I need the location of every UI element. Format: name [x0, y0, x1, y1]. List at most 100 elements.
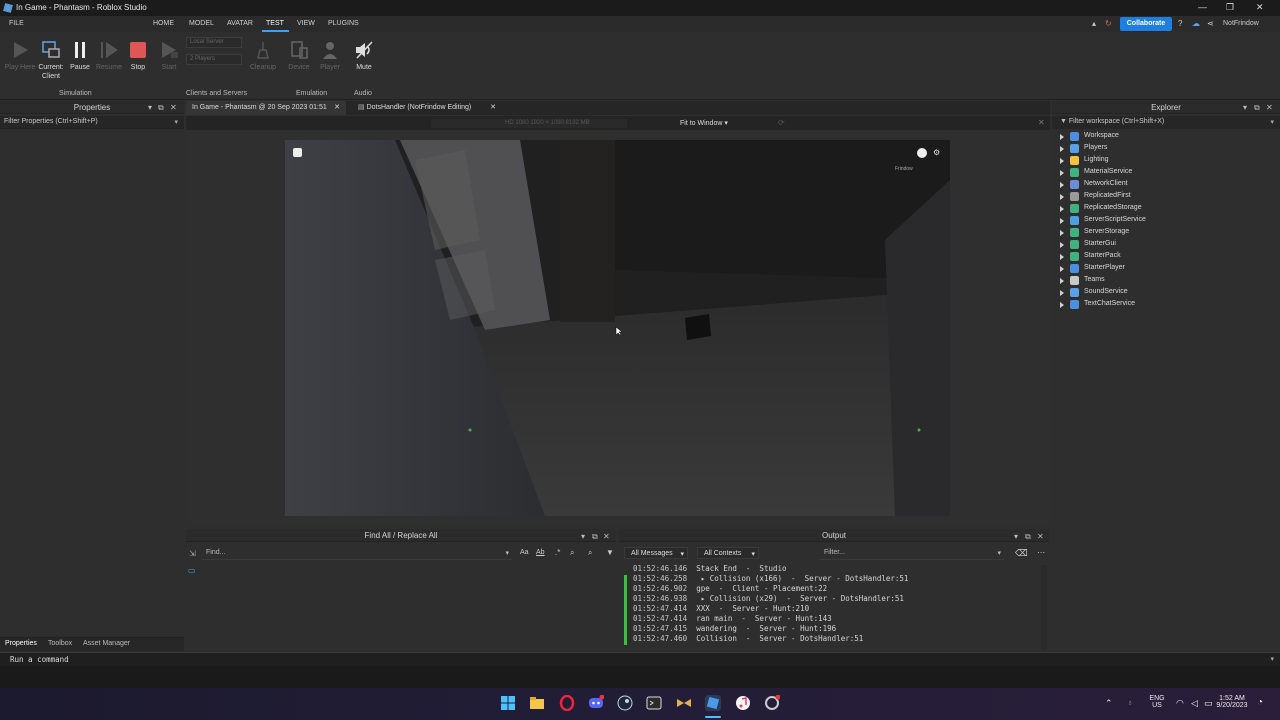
- clock[interactable]: 1:52 AM 9/20/2023: [1212, 695, 1252, 709]
- expand-icon[interactable]: ⇲: [189, 549, 196, 558]
- explorer-filter-input[interactable]: ▼ Filter workspace (Ctrl+Shift+X) ▾: [1052, 116, 1280, 129]
- opera-icon[interactable]: [559, 694, 575, 712]
- start-button[interactable]: Start: [152, 40, 186, 72]
- chevron-up-icon[interactable]: ▴: [1092, 19, 1096, 28]
- expand-arrow-icon[interactable]: [1060, 158, 1064, 164]
- tab-properties[interactable]: Properties: [5, 640, 37, 647]
- expand-arrow-icon[interactable]: [1060, 206, 1064, 212]
- share-icon[interactable]: ⋖: [1207, 19, 1214, 28]
- expand-arrow-icon[interactable]: [1060, 278, 1064, 284]
- player-button[interactable]: Player: [313, 40, 347, 72]
- menu-avatar[interactable]: AVATAR: [227, 20, 253, 27]
- undock-icon[interactable]: ⧉: [158, 103, 164, 113]
- output-scrollbar[interactable]: [1041, 565, 1047, 650]
- match-case-toggle[interactable]: Aa: [520, 549, 529, 556]
- menu-model[interactable]: MODEL: [189, 20, 214, 27]
- menu-view[interactable]: VIEW: [297, 20, 315, 27]
- close-icon[interactable]: ✕: [1266, 103, 1273, 112]
- roblox-studio-taskbar-icon[interactable]: [705, 695, 721, 711]
- play-here-button[interactable]: Play Here: [3, 40, 37, 72]
- search-replace-icon[interactable]: ⌕: [588, 548, 592, 558]
- expand-arrow-icon[interactable]: [1060, 146, 1064, 152]
- server-mode-select[interactable]: Local Server: [186, 37, 242, 48]
- expand-arrow-icon[interactable]: [1060, 170, 1064, 176]
- settings-app-icon[interactable]: [764, 694, 781, 711]
- close-icon[interactable]: ✕: [1038, 118, 1045, 127]
- chevron-down-icon[interactable]: ▾: [148, 103, 152, 112]
- chevron-up-icon[interactable]: ⌃: [1105, 698, 1113, 709]
- command-input[interactable]: Run a command: [10, 655, 69, 664]
- close-icon[interactable]: ✕: [1037, 532, 1044, 541]
- rotate-icon[interactable]: ⟳: [778, 118, 785, 127]
- search-icon[interactable]: ⌕: [570, 548, 574, 558]
- tab-toolbox[interactable]: Toolbox: [48, 640, 72, 647]
- steam-icon[interactable]: [617, 695, 633, 711]
- all-messages-select[interactable]: All Messages ▾: [624, 547, 688, 559]
- undock-icon[interactable]: ⧉: [1025, 532, 1031, 542]
- chevron-down-icon[interactable]: ▾: [1270, 655, 1274, 663]
- menu-home[interactable]: HOME: [153, 20, 174, 27]
- menu-test[interactable]: TEST: [266, 20, 284, 27]
- tab-in-game[interactable]: In Game - Phantasm @ 20 Sep 2023 01:51 ✕: [186, 101, 346, 115]
- close-button[interactable]: ✕: [1256, 2, 1264, 13]
- expand-arrow-icon[interactable]: [1060, 254, 1064, 260]
- notification-icon[interactable]: ↻: [1105, 19, 1112, 28]
- settings-icon[interactable]: ⚙: [933, 148, 940, 157]
- tab-asset-manager[interactable]: Asset Manager: [83, 640, 130, 647]
- discord-icon[interactable]: [588, 694, 605, 711]
- chevron-down-icon[interactable]: ▾: [1014, 532, 1018, 541]
- username-label[interactable]: NotFrindow: [1223, 20, 1259, 27]
- menu-plugins[interactable]: PLUGINS: [328, 20, 359, 27]
- whole-word-toggle[interactable]: Ab: [536, 549, 545, 556]
- all-contexts-select[interactable]: All Contexts ▾: [697, 547, 759, 559]
- device-button[interactable]: Device: [282, 40, 316, 72]
- expand-arrow-icon[interactable]: [1060, 242, 1064, 248]
- fit-to-window-select[interactable]: Fit to Window ▾: [680, 119, 728, 127]
- windows-start-icon[interactable]: [500, 695, 516, 711]
- stop-button[interactable]: Stop: [121, 40, 155, 72]
- expand-arrow-icon[interactable]: [1060, 302, 1064, 308]
- players-count-select[interactable]: 2 Players: [186, 54, 242, 65]
- find-input[interactable]: Find... ▾: [202, 547, 512, 560]
- undock-icon[interactable]: ⧉: [1254, 103, 1260, 113]
- bowtie-app-icon[interactable]: [676, 695, 692, 711]
- expand-arrow-icon[interactable]: [1060, 182, 1064, 188]
- close-icon[interactable]: ✕: [334, 101, 340, 115]
- collaborate-button[interactable]: Collaborate: [1120, 17, 1172, 31]
- command-bar[interactable]: Run a command ▾: [0, 652, 1280, 666]
- terminal-icon[interactable]: [646, 695, 662, 711]
- undock-icon[interactable]: ⧉: [592, 532, 598, 542]
- close-icon[interactable]: ✕: [490, 101, 496, 115]
- output-filter-input[interactable]: Filter... ▾: [820, 547, 1004, 560]
- restore-button[interactable]: ❐: [1226, 2, 1234, 13]
- minimize-button[interactable]: —: [1198, 2, 1207, 12]
- clear-output-icon[interactable]: ⌫: [1015, 548, 1028, 559]
- help-icon[interactable]: ?: [1178, 19, 1182, 28]
- avatar-icon[interactable]: [917, 148, 927, 158]
- chevron-down-icon[interactable]: ▾: [581, 532, 585, 541]
- close-icon[interactable]: ✕: [603, 532, 610, 541]
- close-icon[interactable]: ✕: [170, 103, 177, 112]
- chevron-down-icon[interactable]: ▾: [1243, 103, 1247, 112]
- expand-arrow-icon[interactable]: [1060, 266, 1064, 272]
- notification-bell-icon[interactable]: ◔: [1257, 697, 1263, 708]
- language-indicator[interactable]: ENG US: [1145, 695, 1169, 709]
- expand-arrow-icon[interactable]: [1060, 194, 1064, 200]
- microphone-icon[interactable]: ♁: [1127, 698, 1133, 707]
- mute-button[interactable]: Mute: [347, 40, 381, 72]
- regex-icon[interactable]: .*: [555, 548, 560, 557]
- more-options-icon[interactable]: ⋯: [1037, 548, 1045, 557]
- expand-arrow-icon[interactable]: [1060, 134, 1064, 140]
- itunes-icon[interactable]: [735, 695, 751, 711]
- file-explorer-icon[interactable]: [529, 695, 545, 711]
- expand-arrow-icon[interactable]: [1060, 290, 1064, 296]
- wifi-icon[interactable]: ◠: [1176, 698, 1184, 709]
- expand-arrow-icon[interactable]: [1060, 218, 1064, 224]
- filter-icon[interactable]: ▼: [606, 548, 614, 557]
- properties-filter-input[interactable]: Filter Properties (Ctrl+Shift+P) ▾: [0, 116, 184, 129]
- roblox-menu-icon[interactable]: [293, 148, 302, 157]
- cloud-icon[interactable]: ☁: [1192, 19, 1200, 28]
- menu-file[interactable]: FILE: [9, 20, 24, 27]
- expand-arrow-icon[interactable]: [1060, 230, 1064, 236]
- cleanup-button[interactable]: Cleanup: [246, 40, 280, 72]
